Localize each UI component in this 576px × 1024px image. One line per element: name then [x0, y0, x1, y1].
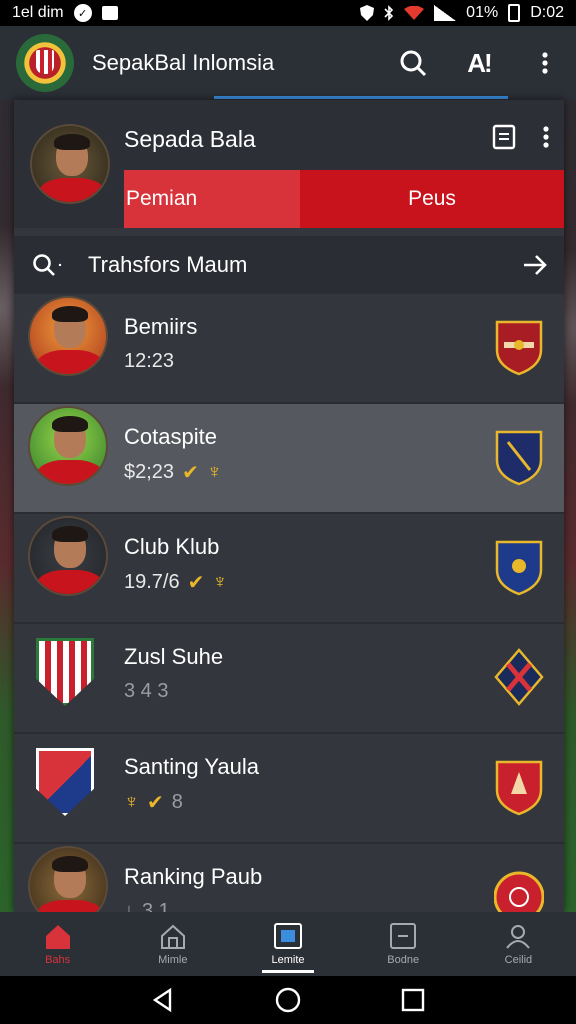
list-item[interactable]: Zusl Suhe 3 4 3 — [14, 624, 564, 734]
avatar-shirt — [36, 460, 104, 484]
arrow-right-icon[interactable] — [522, 254, 548, 276]
nav-label: Lemite — [271, 954, 305, 966]
list-item-title: Club Klub — [124, 534, 220, 559]
list-item-meta: 12:23 — [124, 350, 175, 372]
list-item-meta: 8 — [171, 791, 183, 813]
app-notification-icon: ✓ — [73, 4, 92, 22]
club-crest-icon — [36, 748, 94, 816]
house-outline-icon — [160, 924, 185, 949]
avatar-shirt — [38, 178, 106, 202]
image-notification-icon — [101, 6, 118, 20]
list-item-meta: 19.7/6 — [124, 571, 180, 593]
home-icon — [45, 925, 70, 949]
gallery-icon — [274, 923, 302, 949]
club-list: Bemiirs 12:23 Cotaspite $2;23 ✔ ♆ Club K… — [14, 294, 564, 954]
list-item-title: Ranking Paub — [124, 864, 263, 889]
trophy-icon: ♆ — [206, 461, 222, 483]
system-navigation — [0, 976, 576, 1024]
list-item[interactable]: Cotaspite $2;23 ✔ ♆ — [14, 404, 564, 514]
back-icon[interactable] — [150, 987, 176, 1013]
profile-avatar[interactable] — [30, 124, 110, 204]
profile-card: Sepada Bala Pemian Peus — [14, 100, 564, 228]
player-avatar — [28, 516, 108, 596]
search-button[interactable] — [398, 48, 428, 78]
club-crest-icon — [495, 430, 543, 486]
bluetooth-icon — [384, 5, 394, 21]
app-bar: SepakBal Inlomsia A! — [0, 26, 576, 100]
avatar-hair — [52, 526, 88, 542]
document-icon[interactable] — [492, 124, 516, 150]
status-left-text: 1el dim — [12, 4, 64, 21]
avatar-hair — [52, 416, 88, 432]
list-item-meta: 3 4 3 — [124, 680, 169, 702]
nav-active-indicator — [262, 970, 314, 973]
nav-item-bodne[interactable]: Bodne — [346, 912, 461, 976]
nav-label: Ceilid — [504, 954, 533, 966]
list-item[interactable]: Bemiirs 12:23 — [14, 294, 564, 404]
status-bar: 1el dim ✓ 01% D:02 — [0, 0, 576, 26]
player-avatar — [28, 296, 108, 376]
club-crest-icon — [495, 760, 543, 816]
club-crest-icon — [495, 320, 543, 376]
nav-item-home[interactable]: Bahs — [0, 912, 115, 976]
profile-icon — [506, 925, 531, 949]
club-crest-icon — [36, 638, 94, 706]
battery-icon — [508, 4, 521, 22]
profile-name: Sepada Bala — [124, 126, 256, 152]
avatar-shirt — [36, 570, 104, 594]
transfer-search-row[interactable]: Trahsfors Maum — [14, 236, 564, 294]
player-avatar — [28, 406, 108, 486]
trophy-icon: ♆ — [124, 791, 139, 813]
avatar-hair — [52, 306, 88, 322]
tab-pemian[interactable]: Pemian — [124, 170, 300, 228]
tab-bar: Pemian Peus — [124, 170, 564, 228]
app-title: SepakBal Inlomsia — [92, 50, 275, 75]
main-panel: Sepada Bala Pemian Peus Trahsfors Maum B… — [14, 100, 564, 954]
nav-item-mimle[interactable]: Mimle — [115, 912, 230, 976]
app-logo — [16, 34, 74, 92]
bottom-navigation: Bahs Mimle Lemite Bodne Ceilid — [0, 912, 576, 976]
nav-item-ceilid[interactable]: Ceilid — [461, 912, 576, 976]
battery-percent: 01% — [466, 4, 499, 21]
overflow-menu-button[interactable] — [530, 48, 560, 78]
transfer-search-label: Trahsfors Maum — [88, 252, 248, 277]
document-icon — [390, 923, 417, 949]
list-item[interactable]: Club Klub 19.7/6 ✔ ♆ — [14, 514, 564, 624]
trophy-icon: ♆ — [212, 571, 228, 593]
nav-label: Bodne — [387, 954, 420, 966]
list-item-title: Zusl Suhe — [124, 644, 224, 669]
avatar-hair — [52, 856, 88, 872]
list-item[interactable]: Santing Yaula ♆ ✔ 8 — [14, 734, 564, 844]
tab-peus[interactable]: Peus — [300, 170, 564, 228]
nav-label: Bahs — [45, 954, 71, 966]
check-icon: ✔ — [147, 792, 164, 814]
nav-label: Mimle — [158, 954, 188, 966]
check-icon: ✔ — [182, 462, 199, 484]
signal-icon — [434, 5, 457, 21]
list-item-title: Cotaspite — [124, 424, 217, 449]
list-item-meta: $2;23 — [124, 461, 175, 483]
search-icon — [33, 254, 62, 276]
avatar-hair — [54, 134, 90, 150]
ai-button[interactable]: A! — [464, 48, 494, 78]
profile-more-icon[interactable] — [542, 125, 550, 149]
shield-status-icon — [360, 5, 375, 21]
appbar-indicator — [214, 96, 508, 99]
list-item-title: Santing Yaula — [124, 754, 259, 779]
search-icon — [400, 50, 427, 77]
avatar-shirt — [36, 350, 104, 374]
home-circle-icon[interactable] — [275, 987, 301, 1013]
wifi-icon — [404, 6, 425, 20]
more-vert-icon — [542, 52, 548, 74]
list-item-title: Bemiirs — [124, 314, 198, 339]
check-icon: ✔ — [187, 572, 205, 594]
club-crest-icon — [495, 540, 543, 596]
status-time: D:02 — [530, 4, 564, 21]
nav-item-lemite[interactable]: Lemite — [230, 912, 345, 976]
recents-icon[interactable] — [400, 987, 426, 1013]
club-crest-icon — [494, 648, 544, 706]
